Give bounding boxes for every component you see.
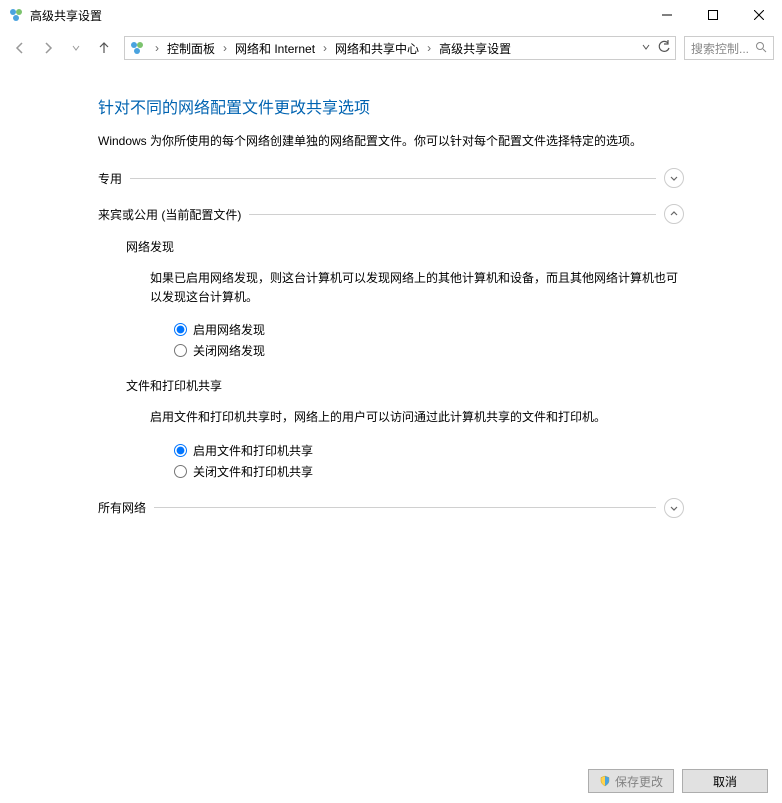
radio-label: 关闭文件和打印机共享 xyxy=(193,463,313,480)
profile-all-networks: 所有网络 xyxy=(98,498,684,518)
back-button[interactable] xyxy=(8,36,32,60)
window-controls xyxy=(644,0,782,30)
chevron-right-icon: › xyxy=(217,41,233,55)
profile-guest-header[interactable]: 来宾或公用 (当前配置文件) xyxy=(98,204,684,224)
chevron-right-icon: › xyxy=(149,41,165,55)
chevron-right-icon: › xyxy=(317,41,333,55)
page-description: Windows 为你所使用的每个网络创建单独的网络配置文件。你可以针对每个配置文… xyxy=(98,132,684,150)
profile-label: 来宾或公用 (当前配置文件) xyxy=(98,206,241,223)
profile-private: 专用 xyxy=(98,168,684,188)
radio-label: 关闭网络发现 xyxy=(193,342,265,359)
radio-sharing-off[interactable]: 关闭文件和打印机共享 xyxy=(174,463,684,480)
divider xyxy=(249,214,656,215)
location-icon xyxy=(129,40,145,56)
section-network-discovery: 网络发现 如果已启用网络发现，则这台计算机可以发现网络上的其他计算机和设备，而且… xyxy=(126,238,684,359)
dropdown-history-button[interactable] xyxy=(64,36,88,60)
maximize-button[interactable] xyxy=(690,0,736,30)
app-icon xyxy=(8,7,24,23)
radio-input[interactable] xyxy=(174,323,187,336)
address-bar[interactable]: › 控制面板 › 网络和 Internet › 网络和共享中心 › 高级共享设置 xyxy=(124,36,676,60)
save-button[interactable]: 保存更改 xyxy=(588,769,674,793)
divider xyxy=(154,507,656,508)
section-title: 文件和打印机共享 xyxy=(126,377,684,394)
breadcrumb-item[interactable]: 网络和 Internet xyxy=(233,38,317,59)
cancel-button[interactable]: 取消 xyxy=(682,769,768,793)
chevron-right-icon: › xyxy=(421,41,437,55)
section-file-printer-sharing: 文件和打印机共享 启用文件和打印机共享时，网络上的用户可以访问通过此计算机共享的… xyxy=(126,377,684,479)
search-input[interactable]: 搜索控制... xyxy=(684,36,774,60)
radio-label: 启用文件和打印机共享 xyxy=(193,442,313,459)
close-button[interactable] xyxy=(736,0,782,30)
content-area: 针对不同的网络配置文件更改共享选项 Windows 为你所使用的每个网络创建单独… xyxy=(0,66,782,518)
button-label: 保存更改 xyxy=(615,773,663,790)
minimize-button[interactable] xyxy=(644,0,690,30)
radio-input[interactable] xyxy=(174,344,187,357)
search-placeholder: 搜索控制... xyxy=(691,40,755,57)
expand-button[interactable] xyxy=(664,168,684,188)
divider xyxy=(130,178,656,179)
radio-discovery-off[interactable]: 关闭网络发现 xyxy=(174,342,684,359)
expand-button[interactable] xyxy=(664,498,684,518)
forward-button[interactable] xyxy=(36,36,60,60)
section-description: 如果已启用网络发现，则这台计算机可以发现网络上的其他计算机和设备，而且其他网络计… xyxy=(126,269,684,307)
radio-label: 启用网络发现 xyxy=(193,321,265,338)
window-title: 高级共享设置 xyxy=(30,7,644,24)
profile-private-header[interactable]: 专用 xyxy=(98,168,684,188)
section-description: 启用文件和打印机共享时，网络上的用户可以访问通过此计算机共享的文件和打印机。 xyxy=(126,408,684,427)
radio-group-sharing: 启用文件和打印机共享 关闭文件和打印机共享 xyxy=(126,442,684,480)
profile-guest-body: 网络发现 如果已启用网络发现，则这台计算机可以发现网络上的其他计算机和设备，而且… xyxy=(98,224,684,480)
radio-discovery-on[interactable]: 启用网络发现 xyxy=(174,321,684,338)
radio-sharing-on[interactable]: 启用文件和打印机共享 xyxy=(174,442,684,459)
title-bar: 高级共享设置 xyxy=(0,0,782,30)
refresh-button[interactable] xyxy=(657,40,671,57)
radio-input[interactable] xyxy=(174,444,187,457)
breadcrumb-item[interactable]: 控制面板 xyxy=(165,38,217,59)
page-title: 针对不同的网络配置文件更改共享选项 xyxy=(98,94,684,118)
profile-label: 专用 xyxy=(98,170,122,187)
footer-buttons: 保存更改 取消 xyxy=(588,769,768,793)
address-dropdown-button[interactable] xyxy=(641,41,651,55)
section-title: 网络发现 xyxy=(126,238,684,255)
up-button[interactable] xyxy=(92,36,116,60)
radio-group-discovery: 启用网络发现 关闭网络发现 xyxy=(126,321,684,359)
profile-guest: 来宾或公用 (当前配置文件) 网络发现 如果已启用网络发现，则这台计算机可以发现… xyxy=(98,204,684,480)
radio-input[interactable] xyxy=(174,465,187,478)
breadcrumb-item[interactable]: 高级共享设置 xyxy=(437,38,513,59)
shield-icon xyxy=(599,775,611,787)
profile-label: 所有网络 xyxy=(98,499,146,516)
collapse-button[interactable] xyxy=(664,204,684,224)
breadcrumb-item[interactable]: 网络和共享中心 xyxy=(333,38,421,59)
search-icon xyxy=(755,41,767,56)
nav-bar: › 控制面板 › 网络和 Internet › 网络和共享中心 › 高级共享设置… xyxy=(0,30,782,66)
profile-all-networks-header[interactable]: 所有网络 xyxy=(98,498,684,518)
button-label: 取消 xyxy=(713,773,737,790)
